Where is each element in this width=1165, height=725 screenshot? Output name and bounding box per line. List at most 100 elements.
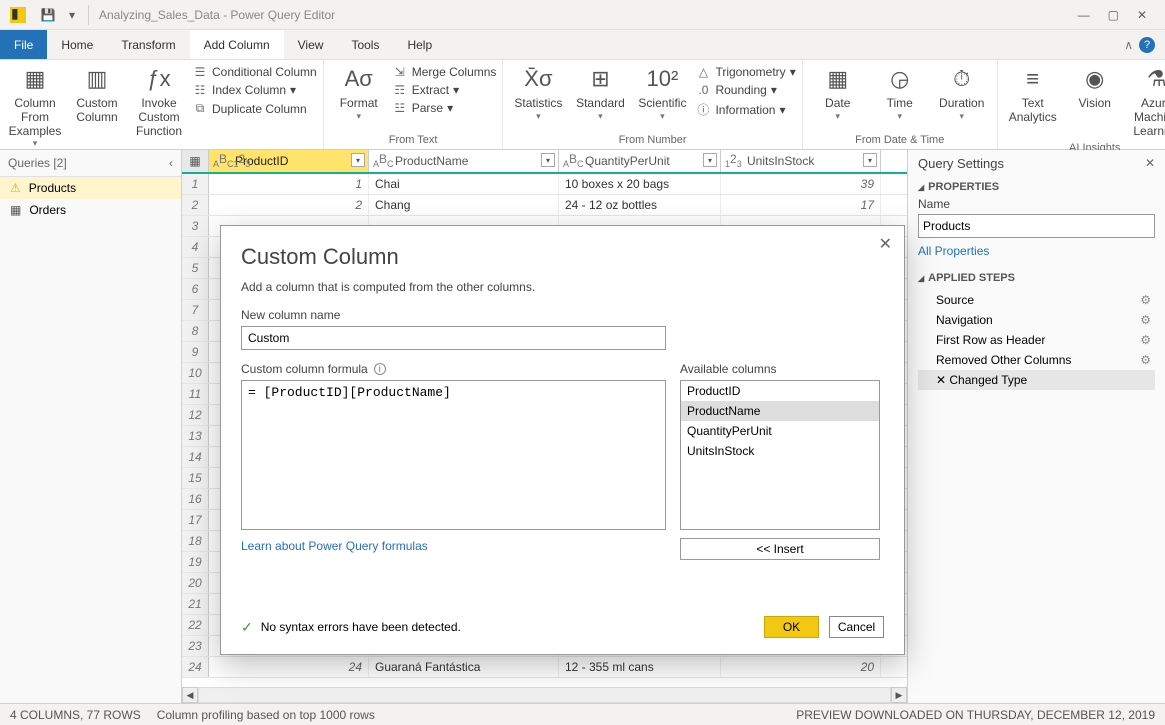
new-column-name-label: New column name [241,308,884,322]
applied-steps-section-header[interactable]: APPLIED STEPS [918,272,1155,284]
tab-file[interactable]: File [0,30,47,59]
duplicate-column-button[interactable]: ⧉Duplicate Column [192,100,317,117]
formula-input[interactable] [241,380,666,530]
statistics-button[interactable]: X̄σStatistics▾ [509,62,567,123]
help-icon[interactable]: ? [1139,37,1155,53]
scroll-left-icon[interactable]: ◀ [182,687,198,703]
time-button[interactable]: ◶Time▾ [871,62,929,123]
column-filter-icon[interactable]: ▾ [703,153,717,167]
available-column-item[interactable]: ProductName [681,401,879,421]
date-button[interactable]: ▦Date▾ [809,62,867,123]
conditional-column-button[interactable]: ☰Conditional Column [192,64,317,80]
query-item-orders[interactable]: ▦Orders [0,199,181,221]
ok-button[interactable]: OK [764,616,819,638]
tab-home[interactable]: Home [47,30,107,59]
learn-formulas-link[interactable]: Learn about Power Query formulas [241,539,666,553]
properties-section-header[interactable]: PROPERTIES [918,181,1155,193]
gear-icon[interactable]: ⚙ [1140,333,1151,347]
column-from-examples-button[interactable]: ▦Column From Examples▾ [6,62,64,151]
extract-button[interactable]: ☶Extract ▾ [392,82,497,98]
row-number: 10 [182,363,209,383]
collapse-ribbon-icon[interactable]: ∧ [1124,38,1133,52]
dialog-close-icon[interactable]: ✕ [879,234,892,254]
gear-icon[interactable]: ⚙ [1140,293,1151,307]
formula-label: Custom column formula i [241,362,666,376]
new-column-name-input[interactable] [241,326,666,350]
available-column-item[interactable]: ProductID [681,381,879,401]
ribbon: ▦Column From Examples▾ ▥Custom Column ƒx… [0,60,1165,150]
rounding-button[interactable]: .0Rounding ▾ [695,82,795,98]
information-button[interactable]: ⓘInformation ▾ [695,100,795,119]
available-columns-list[interactable]: ProductIDProductNameQuantityPerUnitUnits… [680,380,880,530]
applied-step[interactable]: Navigation⚙ [918,310,1155,330]
info-icon: ⓘ [695,101,711,118]
column-header-productid[interactable]: ABC123ProductID▾ [209,150,369,172]
text-analytics-button[interactable]: ≡Text Analytics [1004,62,1062,127]
queries-pane-title: Queries [2] [8,156,67,170]
insert-button[interactable]: << Insert [680,538,880,560]
tab-help[interactable]: Help [393,30,446,59]
scientific-button[interactable]: 10²Scientific▾ [633,62,691,123]
scroll-right-icon[interactable]: ▶ [891,687,907,703]
table-row[interactable]: 22Chang24 - 12 oz bottles17 [182,195,907,216]
query-name-input[interactable] [918,214,1155,238]
azure-ml-button[interactable]: ⚗Azure Machine Learning [1128,62,1165,140]
maximize-button[interactable]: ▢ [1108,8,1119,22]
data-type-icon[interactable]: ABC [563,153,584,169]
tab-view[interactable]: View [284,30,338,59]
ribbon-group-from-date-time-label: From Date & Time [809,132,991,149]
column-filter-icon[interactable]: ▾ [863,153,877,167]
available-column-item[interactable]: QuantityPerUnit [681,421,879,441]
invoke-custom-function-button[interactable]: ƒxInvoke Custom Function [130,62,188,140]
custom-column-dialog: ✕ Custom Column Add a column that is com… [220,225,905,655]
index-column-button[interactable]: ☷Index Column ▾ [192,82,317,98]
trigonometry-button[interactable]: △Trigonometry ▾ [695,64,795,80]
data-type-icon[interactable]: ABC123 [213,153,250,169]
save-icon[interactable]: 💾 [38,5,58,25]
minimize-button[interactable]: — [1078,8,1090,22]
rounding-icon: .0 [695,83,711,97]
tab-transform[interactable]: Transform [107,30,189,59]
custom-column-button[interactable]: ▥Custom Column [68,62,126,127]
applied-step[interactable]: Source⚙ [918,290,1155,310]
duration-button[interactable]: ⏱Duration▾ [933,62,991,123]
horizontal-scrollbar[interactable]: ◀ ▶ [182,687,907,703]
format-button[interactable]: AσFormat▾ [330,62,388,123]
row-number: 13 [182,426,209,446]
applied-step[interactable]: Removed Other Columns⚙ [918,350,1155,370]
available-column-item[interactable]: UnitsInStock [681,441,879,461]
row-number: 20 [182,573,209,593]
tab-add-column[interactable]: Add Column [190,30,284,59]
qat-dropdown-icon[interactable]: ▾ [62,5,82,25]
gear-icon[interactable]: ⚙ [1140,313,1151,327]
column-header-unitsinstock[interactable]: 123UnitsInStock▾ [721,150,881,172]
table-icon[interactable]: ▦ [182,150,209,172]
table-row[interactable]: 11Chai10 boxes x 20 bags39 [182,174,907,195]
row-number: 16 [182,489,209,509]
column-filter-icon[interactable]: ▾ [541,153,555,167]
date-icon: ▦ [823,64,853,94]
query-item-products[interactable]: ⚠Products [0,177,181,199]
table-row[interactable]: 2424Guaraná Fantástica12 - 355 ml cans20 [182,657,907,678]
formula-info-icon[interactable]: i [374,363,386,375]
close-button[interactable]: ✕ [1137,8,1147,22]
parse-button[interactable]: ☳Parse ▾ [392,100,497,116]
data-type-icon[interactable]: ABC [373,153,394,169]
syntax-status: No syntax errors have been detected. [261,620,461,634]
gear-icon[interactable]: ⚙ [1140,353,1151,367]
settings-close-icon[interactable]: ✕ [1145,156,1155,170]
column-header-productname[interactable]: ABCProductName▾ [369,150,559,172]
vision-button[interactable]: ◉Vision [1066,62,1124,113]
app-icon [10,7,26,23]
merge-columns-button[interactable]: ⇲Merge Columns [392,64,497,80]
applied-step[interactable]: First Row as Header⚙ [918,330,1155,350]
column-filter-icon[interactable]: ▾ [351,153,365,167]
all-properties-link[interactable]: All Properties [918,244,1155,258]
cancel-button[interactable]: Cancel [829,616,884,638]
column-header-quantityperunit[interactable]: ABCQuantityPerUnit▾ [559,150,721,172]
standard-button[interactable]: ⊞Standard▾ [571,62,629,123]
tab-tools[interactable]: Tools [337,30,393,59]
queries-collapse-icon[interactable]: ‹ [169,156,173,170]
data-type-icon[interactable]: 123 [725,153,742,169]
applied-step[interactable]: ✕ Changed Type [918,370,1155,390]
